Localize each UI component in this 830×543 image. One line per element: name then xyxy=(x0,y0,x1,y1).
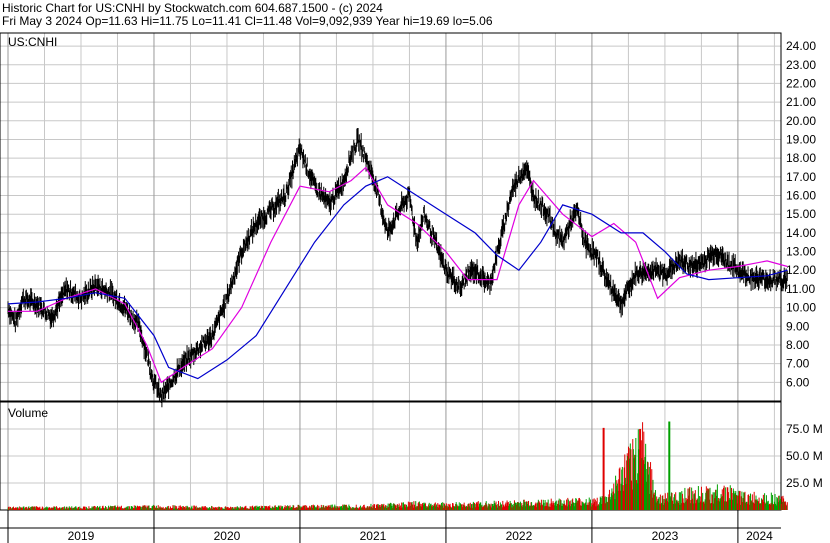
price-tick-label: 15.00 xyxy=(786,207,816,221)
price-tick-label: 11.00 xyxy=(786,282,815,296)
year-tick-label: 2019 xyxy=(68,529,95,543)
price-tick-label: 6.00 xyxy=(786,375,810,389)
price-tick-label: 8.00 xyxy=(786,338,810,352)
price-tick-label: 10.00 xyxy=(786,301,816,315)
price-tick-label: 9.00 xyxy=(786,319,810,333)
price-tick-label: 14.00 xyxy=(786,226,816,240)
price-tick-label: 20.00 xyxy=(786,114,816,128)
price-tick-label: 16.00 xyxy=(786,189,816,203)
price-tick-label: 24.00 xyxy=(786,39,816,53)
price-tick-label: 17.00 xyxy=(786,170,816,184)
price-tick-label: 12.00 xyxy=(786,263,816,277)
price-tick-label: 21.00 xyxy=(786,95,816,109)
price-tick-label: 23.00 xyxy=(786,58,816,72)
year-tick-label: 2020 xyxy=(214,529,241,543)
stock-chart: US:CNHI Volume 24.00 23.00 22.00 21.00 20.00… xyxy=(0,32,823,543)
price-tick-label: 13.00 xyxy=(786,245,816,259)
price-tick-label: 22.00 xyxy=(786,76,816,90)
volume-tick-label: 50.0 M xyxy=(786,449,823,463)
year-tick-label: 2021 xyxy=(360,529,387,543)
price-tick-label: 19.00 xyxy=(786,132,816,146)
volume-tick-label: 75.0 M xyxy=(786,422,823,436)
price-tick-label: 7.00 xyxy=(786,357,810,371)
year-tick-label: 2023 xyxy=(652,529,679,543)
volume-tick-label: 25.0 M xyxy=(786,476,823,490)
symbol-label: US:CNHI xyxy=(8,35,57,49)
year-tick-label: 2022 xyxy=(506,529,533,543)
price-tick-label: 18.00 xyxy=(786,151,816,165)
year-tick-label: 2024 xyxy=(746,529,773,543)
volume-label: Volume xyxy=(8,406,48,420)
